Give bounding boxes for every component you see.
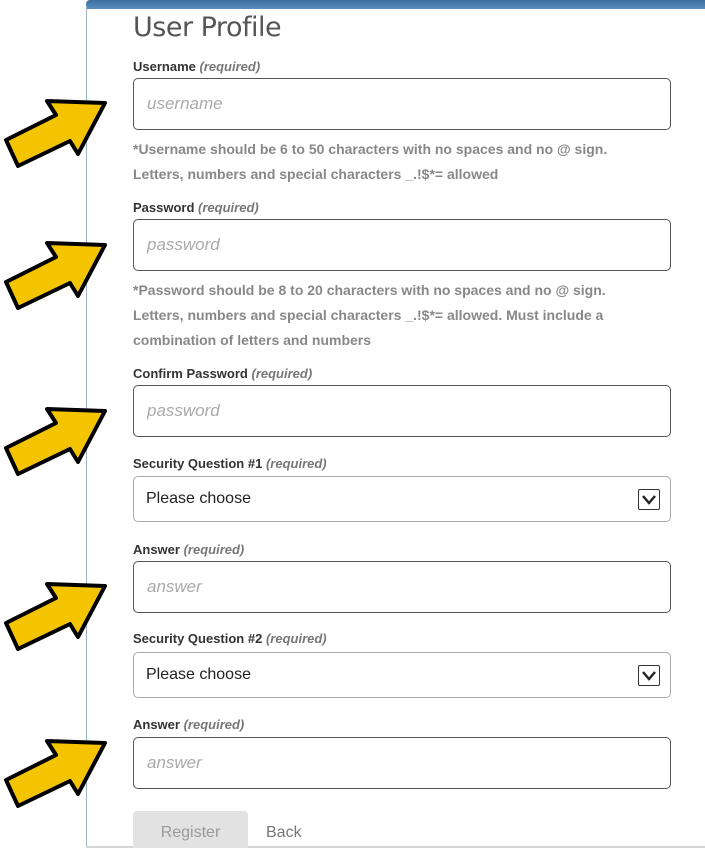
username-hint: *Username should be 6 to 50 characters w… [133,141,608,182]
required-tag: (required) [183,717,245,732]
annotation-arrow-icon [4,407,107,476]
confirm-password-input[interactable] [134,386,670,436]
security-question-1-label: Security Question #1 (required) [133,456,327,471]
password-input[interactable] [134,220,670,270]
window-top-bar [86,0,705,9]
required-tag: (required) [199,59,261,74]
answer-2-label: Answer (required) [133,717,245,732]
required-tag: (required) [198,200,259,215]
page-title: User Profile [133,12,282,43]
chevron-down-icon[interactable] [638,489,660,510]
chevron-down-icon[interactable] [638,665,660,686]
required-tag: (required) [265,456,327,471]
answer-1-input[interactable] [134,562,670,612]
username-input[interactable] [134,79,670,129]
annotation-arrow-icon [4,582,107,651]
username-label: Username (required) [133,59,261,74]
answer-2-field[interactable] [133,737,671,789]
password-hint: *Password should be 8 to 20 characters w… [133,282,606,348]
required-tag: (required) [183,542,245,557]
confirm-password-label: Confirm Password (required) [133,366,313,381]
answer-1-field[interactable] [133,561,671,613]
answer-1-label: Answer (required) [133,542,245,557]
username-field[interactable] [133,78,671,130]
annotation-arrow-icon [4,99,107,168]
required-tag: (required) [265,631,327,646]
select-value: Please choose [146,490,251,507]
back-link[interactable]: Back [266,824,302,842]
security-question-2-select[interactable]: Please choose [133,652,671,698]
password-field[interactable] [133,219,671,271]
annotation-arrow-icon [4,739,107,808]
security-question-1-select[interactable]: Please choose [133,476,671,522]
password-label: Password (required) [133,200,259,215]
select-value: Please choose [146,666,251,683]
confirm-password-field[interactable] [133,385,671,437]
annotation-arrow-icon [4,241,107,310]
register-button[interactable]: Register [133,811,248,848]
security-question-2-label: Security Question #2 (required) [133,631,327,646]
answer-2-input[interactable] [134,738,670,788]
required-tag: (required) [251,366,313,381]
